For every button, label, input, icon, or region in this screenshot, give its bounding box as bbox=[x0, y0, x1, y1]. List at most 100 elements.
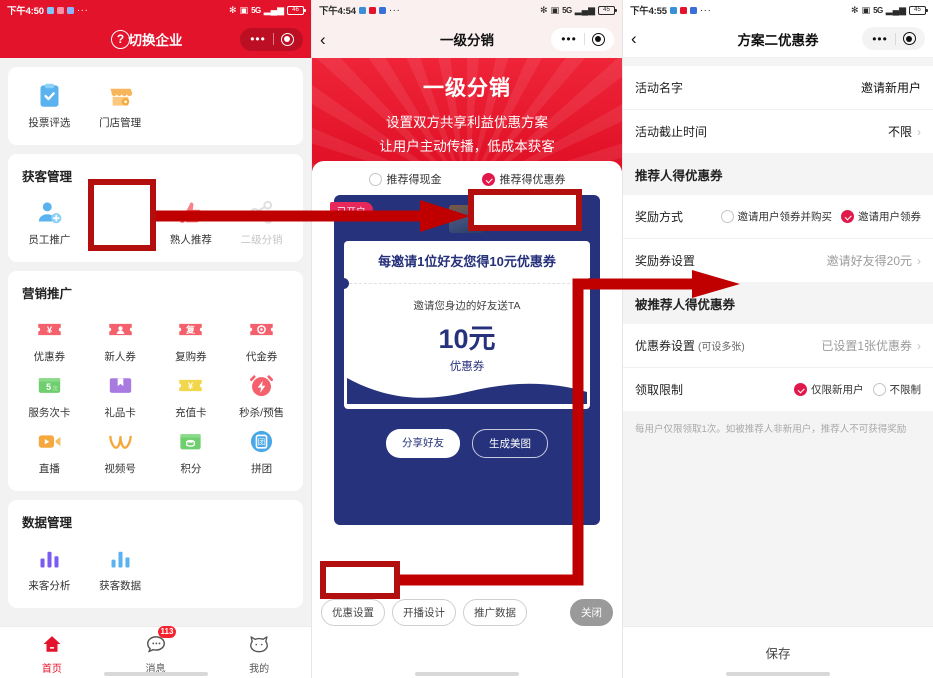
grid-item-acquisition-data[interactable]: 获客数据 bbox=[85, 540, 156, 596]
grid-item-label: 获客数据 bbox=[99, 580, 142, 592]
radio-coupon-reward[interactable]: 推荐得优惠券 bbox=[481, 171, 566, 187]
group-buy-icon: 团 bbox=[248, 428, 275, 455]
home-indicator bbox=[103, 672, 208, 676]
grid-item-level1-distribution[interactable]: 一级分销 bbox=[85, 194, 156, 250]
coupon-yuan-icon: ¥ bbox=[36, 316, 63, 343]
row-claim-limit[interactable]: 领取限制 仅限新用户 不限制 bbox=[623, 367, 933, 411]
grid-item-label: 投票评选 bbox=[28, 117, 71, 129]
save-button[interactable]: 保存 bbox=[765, 643, 790, 662]
panel3-scroll-body[interactable]: 活动名字 邀请新用户 活动截止时间 不限 › 推荐人得优惠券 奖励方式 邀请用户… bbox=[623, 58, 933, 626]
more-icon[interactable]: ••• bbox=[243, 33, 273, 45]
bluetooth-icon: ✻ bbox=[229, 4, 237, 15]
row-coupon-setting[interactable]: 优惠券设置 (可设多张) 已设置1张优惠券 › bbox=[623, 324, 933, 367]
radio-circle-icon[interactable] bbox=[872, 383, 886, 396]
grid-item-video-account[interactable]: 视频号 bbox=[85, 423, 156, 479]
user-add-icon bbox=[36, 199, 63, 226]
help-icon[interactable]: ? bbox=[111, 29, 130, 49]
chevron-left-icon[interactable]: ‹ bbox=[320, 31, 340, 48]
tab-messages[interactable]: 113 消息 bbox=[104, 626, 208, 675]
mini-program-capsule[interactable]: ••• bbox=[240, 27, 303, 51]
grid-item-recharge-card[interactable]: ¥ 充值卡 bbox=[156, 367, 227, 423]
status-time: 下午4:54 bbox=[319, 6, 356, 17]
more-icon[interactable]: ••• bbox=[865, 33, 895, 45]
home-indicator bbox=[415, 672, 519, 676]
grid-item-acquaintance-referral[interactable]: 熟人推荐 bbox=[156, 194, 227, 250]
row-reward-type[interactable]: 奖励方式 邀请用户领券并购买 邀请用户领券 bbox=[623, 195, 933, 238]
grid-item-live[interactable]: 直播 bbox=[14, 423, 85, 479]
grid-item-groupbuy[interactable]: 团 拼团 bbox=[226, 423, 297, 479]
grid-item-store[interactable]: 门店管理 bbox=[85, 77, 156, 133]
option-unlimited[interactable]: 不限制 bbox=[872, 382, 921, 397]
mini-program-capsule[interactable]: ••• bbox=[551, 27, 614, 51]
grid-item-coupon[interactable]: ¥ 优惠券 bbox=[14, 311, 85, 367]
grid-item-label: 直播 bbox=[38, 463, 60, 475]
status-badge: 已开启 bbox=[330, 202, 373, 220]
grid-item-visitor-analysis[interactable]: 来客分析 bbox=[14, 540, 85, 596]
panel-coupon-plan: 下午4:55 ··· ✻ ▣ 5G ▂▄▆ 45 ‹ 方案二优惠券 ••• 活动… bbox=[622, 0, 933, 678]
option-claim-and-buy[interactable]: 邀请用户领券并购买 bbox=[720, 209, 832, 224]
row-reward-coupon-setting[interactable]: 奖励券设置 邀请好友得20元 › bbox=[623, 238, 933, 282]
grid-item-service-card[interactable]: 5次 服务次卡 bbox=[14, 367, 85, 423]
status-app-icon-2 bbox=[368, 6, 376, 14]
status-more-icon: ··· bbox=[699, 4, 712, 16]
radio-check-icon[interactable] bbox=[841, 210, 854, 223]
row-label: 优惠券设置 bbox=[635, 339, 696, 353]
helper-note: 每用户仅限领取1次。如被推荐人非新用户，推荐人不可获得奖励 bbox=[635, 424, 907, 435]
poster-title: 每邀请1位好友您得10元优惠券 bbox=[378, 254, 556, 269]
tab-profile[interactable]: 我的 bbox=[207, 630, 311, 675]
recharge-card-icon: ¥ bbox=[177, 372, 204, 399]
close-target-icon[interactable] bbox=[896, 32, 922, 45]
close-target-icon[interactable] bbox=[585, 32, 611, 46]
grid-item-label: 拼团 bbox=[251, 463, 273, 475]
card-times-icon: 5次 bbox=[36, 372, 63, 399]
svg-text:5: 5 bbox=[46, 382, 51, 392]
grid-item-staff-promo[interactable]: 员工推广 bbox=[14, 194, 85, 250]
option-new-user-only[interactable]: 仅限新用户 bbox=[794, 382, 864, 397]
capsule-divider bbox=[273, 33, 274, 45]
radio-check-icon[interactable] bbox=[481, 172, 495, 186]
promotion-data-button[interactable]: 推广数据 bbox=[463, 599, 527, 626]
more-icon[interactable]: ••• bbox=[554, 33, 584, 45]
grid-item-vote[interactable]: 投票评选 bbox=[14, 77, 85, 133]
grid-item-level2-distribution[interactable]: 二级分销 bbox=[226, 194, 297, 250]
radio-cash-reward[interactable]: 推荐得现金 bbox=[368, 171, 442, 187]
status-time: 下午4:50 bbox=[7, 6, 44, 17]
coupon-settings-button[interactable]: 优惠设置 bbox=[321, 599, 385, 626]
radio-circle-icon[interactable] bbox=[720, 210, 734, 223]
thumbs-up-icon bbox=[177, 199, 204, 226]
row-activity-deadline[interactable]: 活动截止时间 不限 › bbox=[623, 109, 933, 153]
status-bar: 下午4:50 ··· ✻ ▣ 5G ▂▄▆ 46 bbox=[0, 0, 311, 20]
network-share-icon bbox=[248, 199, 275, 226]
close-target-icon[interactable] bbox=[274, 32, 300, 46]
generate-image-button[interactable]: 生成美图 bbox=[472, 428, 548, 458]
status-app-icon-2 bbox=[679, 6, 687, 14]
signal-icon: 5G bbox=[562, 5, 572, 15]
grid-item-flashsale[interactable]: 秒杀/预售 bbox=[226, 367, 297, 423]
grid-item-voucher[interactable]: 代金券 bbox=[226, 311, 297, 367]
grid-item-label: 礼品卡 bbox=[104, 407, 136, 419]
radio-circle-icon[interactable] bbox=[368, 172, 382, 186]
message-icon: 113 bbox=[142, 626, 177, 657]
signal-bars-icon: ▂▄▆ bbox=[574, 4, 595, 15]
grid-item-points[interactable]: 积分 bbox=[156, 423, 227, 479]
share-arrow-icon bbox=[107, 199, 134, 226]
share-friend-button[interactable]: 分享好友 bbox=[386, 428, 460, 458]
grid-item-newuser-coupon[interactable]: 新人券 bbox=[85, 311, 156, 367]
mini-program-capsule[interactable]: ••• bbox=[862, 27, 925, 50]
grid-item-gift-card[interactable]: 礼品卡 bbox=[85, 367, 156, 423]
grid-item-label: 积分 bbox=[180, 463, 202, 475]
option-claim-only[interactable]: 邀请用户领券 bbox=[841, 209, 921, 224]
grid-item-repurchase-coupon[interactable]: 复 复购券 bbox=[156, 311, 227, 367]
section-title-referrer-coupon: 推荐人得优惠券 bbox=[623, 153, 933, 195]
panel1-navbar: 切换企业 ? ••• bbox=[0, 20, 311, 58]
row-activity-name[interactable]: 活动名字 邀请新用户 bbox=[623, 66, 933, 109]
radio-check-icon[interactable] bbox=[794, 383, 807, 396]
svg-text:¥: ¥ bbox=[188, 381, 194, 392]
poster-design-button[interactable]: 开播设计 bbox=[392, 599, 456, 626]
close-button[interactable]: 关闭 bbox=[570, 599, 613, 626]
chevron-left-icon[interactable]: ‹ bbox=[631, 30, 651, 47]
panel1-scroll-body[interactable]: 投票评选 门店管理 获客管理 员工推广 一级分销 熟人推荐 二级分销 营销推广 … bbox=[0, 58, 311, 626]
capsule-divider bbox=[584, 33, 585, 45]
row-label: 奖励券设置 bbox=[635, 254, 696, 268]
tab-home[interactable]: 首页 bbox=[0, 630, 104, 675]
